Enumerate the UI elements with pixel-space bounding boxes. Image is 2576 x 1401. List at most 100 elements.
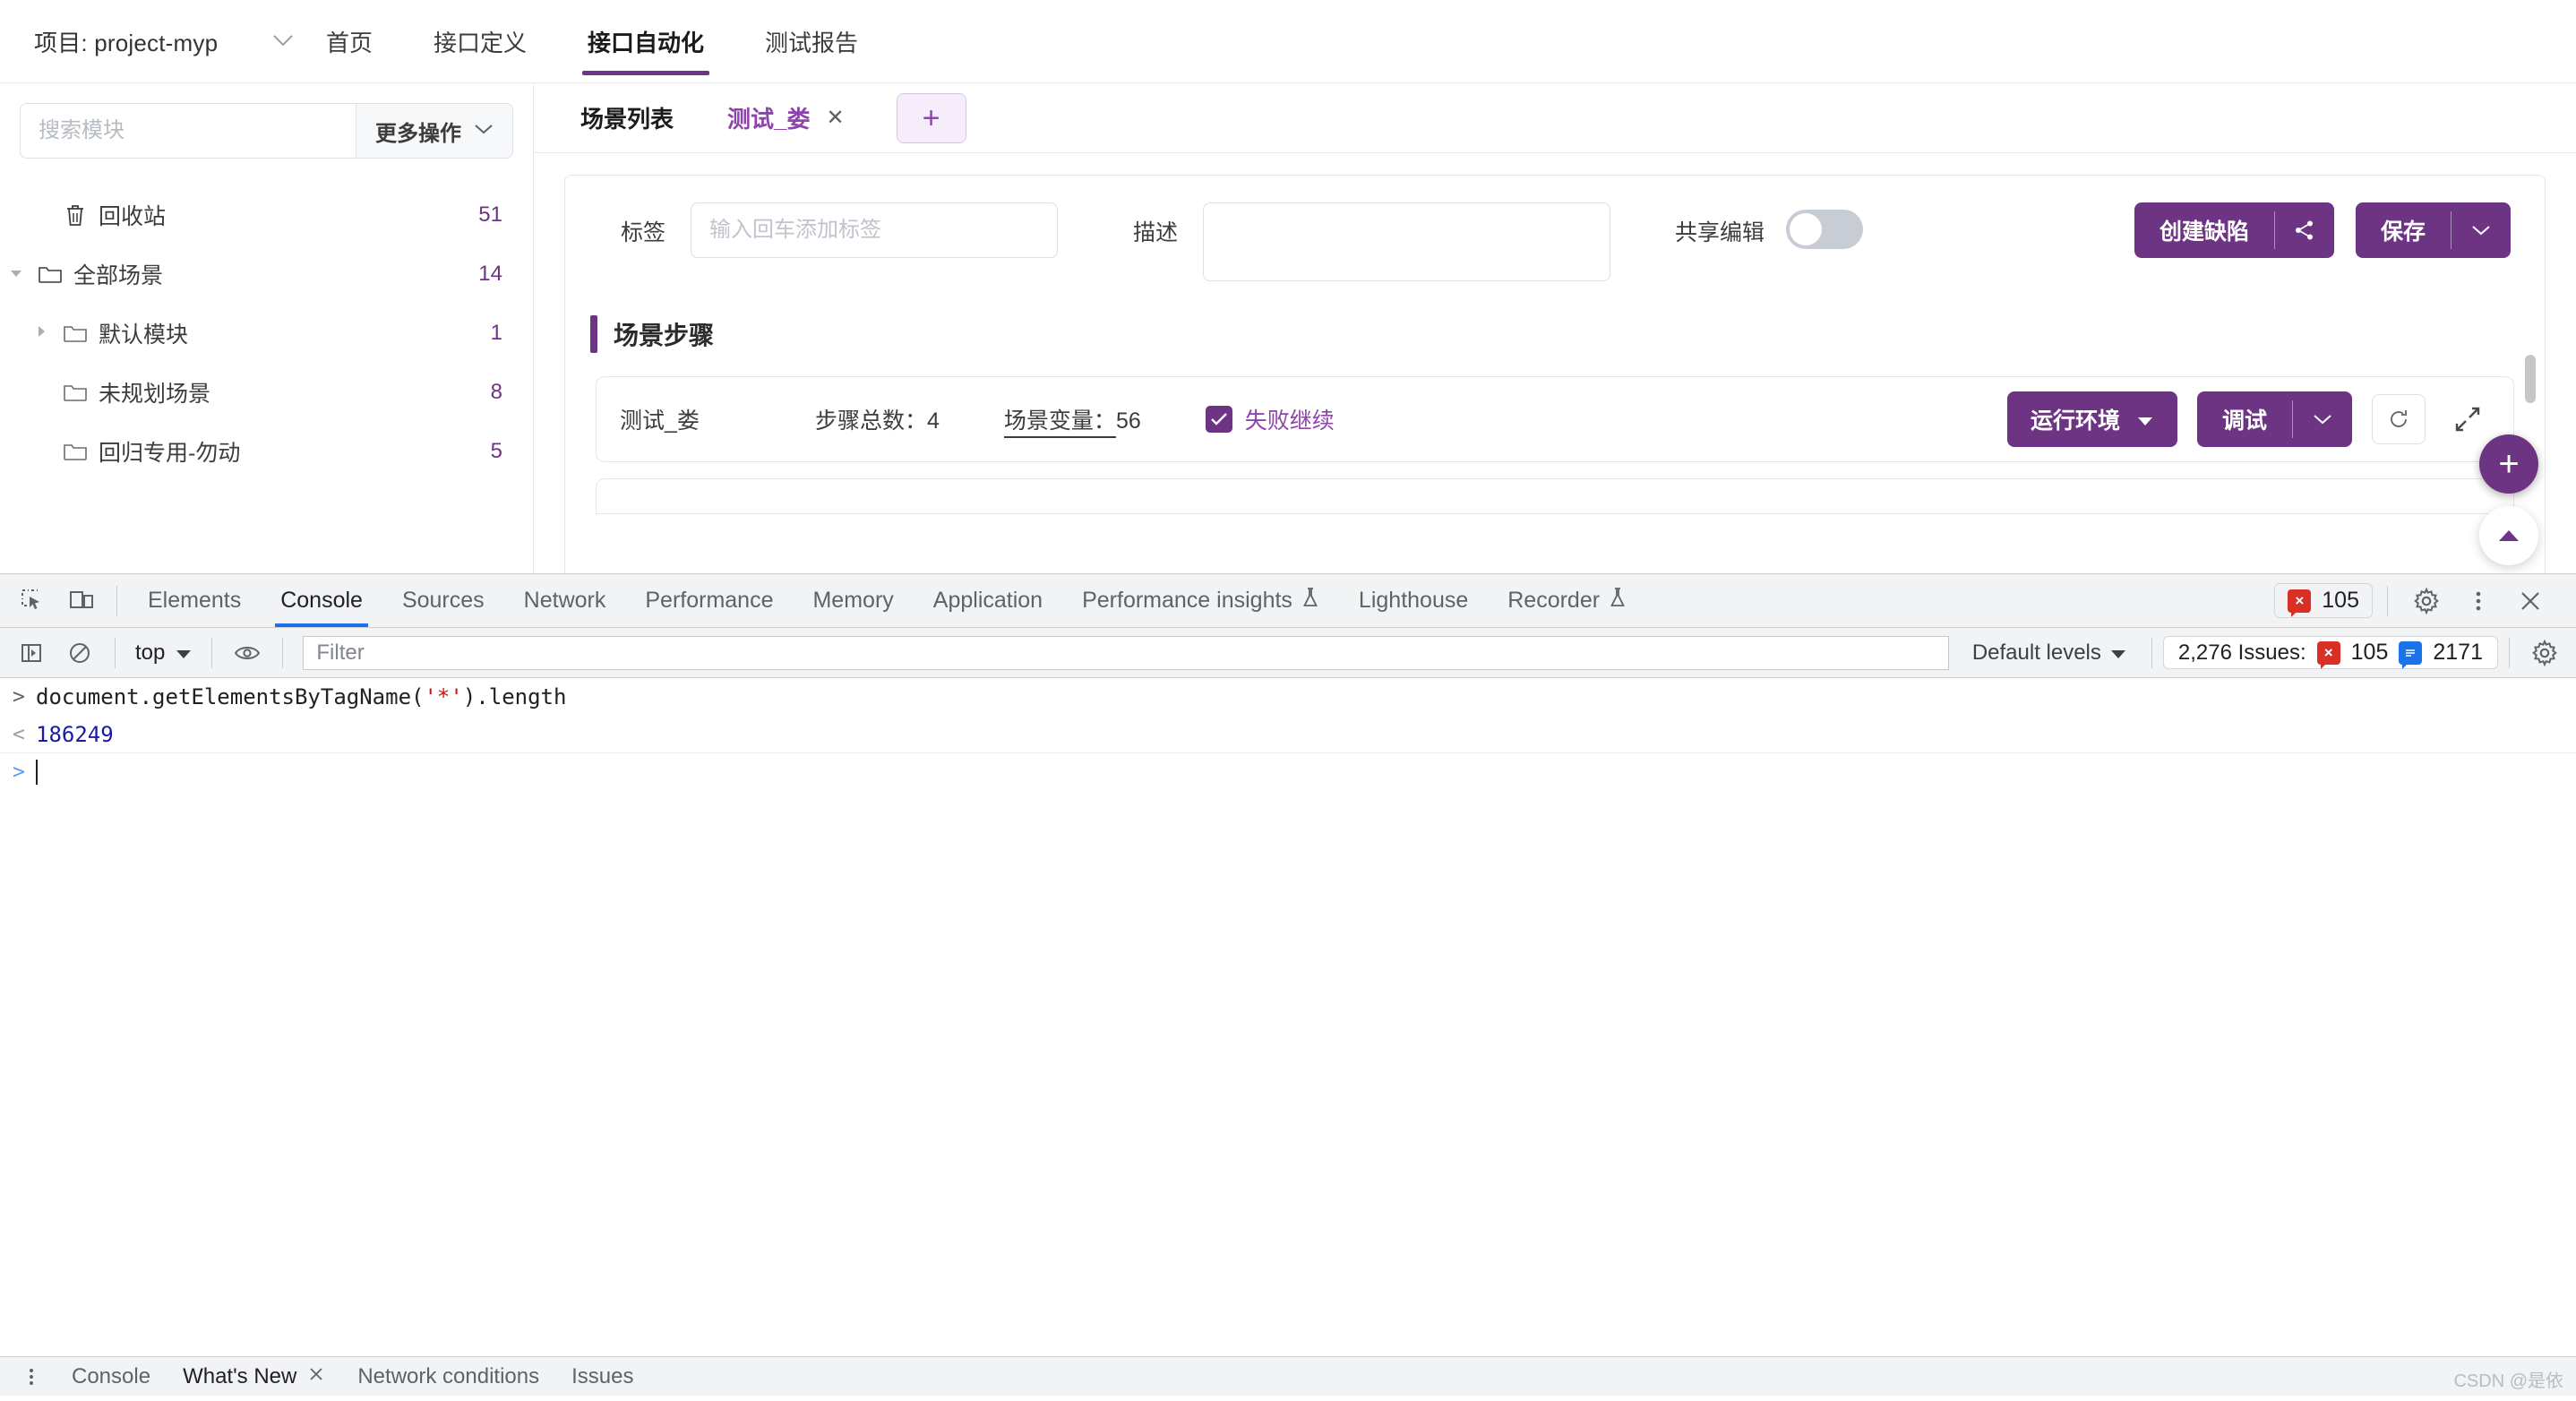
folder-icon (57, 441, 93, 462)
module-search-input[interactable] (21, 104, 356, 158)
sidebar-item-all-scenes[interactable]: 全部场景 14 (0, 245, 533, 304)
chevron-down-icon (474, 121, 494, 141)
fail-continue-checkbox-group[interactable]: 失败继续 (1205, 403, 1335, 435)
nav-tab-test-report[interactable]: 测试报告 (734, 0, 889, 82)
devtools-tab-sources[interactable]: Sources (382, 574, 504, 627)
chevron-down-icon[interactable] (2293, 391, 2352, 447)
module-sidebar: 更多操作 回收站 51 (0, 83, 534, 573)
close-icon[interactable] (307, 1364, 325, 1389)
more-actions-button[interactable]: 更多操作 (356, 104, 512, 158)
triangle-down-icon[interactable] (0, 265, 32, 283)
inspect-element-icon[interactable] (9, 577, 57, 625)
gear-icon[interactable] (2520, 629, 2569, 677)
devtools-tab-network[interactable]: Network (504, 574, 626, 627)
kebab-menu-icon[interactable] (2454, 577, 2503, 625)
debug-label: 调试 (2221, 408, 2267, 434)
devtools-tab-lighthouse[interactable]: Lighthouse (1339, 574, 1488, 627)
devtools-tab-label: Recorder (1507, 588, 1601, 613)
share-edit-toggle[interactable] (1786, 210, 1864, 249)
close-icon[interactable] (2506, 577, 2555, 625)
section-accent-bar (590, 315, 597, 353)
flask-icon (1301, 587, 1319, 615)
sidebar-item-label: 默认模块 (99, 322, 189, 348)
drawer-tab-whats-new[interactable]: What's New (167, 1364, 341, 1389)
run-environment-button[interactable]: 运行环境 (2006, 391, 2177, 447)
debug-button[interactable]: 调试 (2196, 391, 2352, 447)
share-icon[interactable] (2275, 202, 2334, 258)
kebab-menu-icon[interactable] (7, 1353, 56, 1401)
devtools-tab-elements[interactable]: Elements (128, 574, 261, 627)
live-expression-icon[interactable] (223, 629, 271, 677)
drawer-tab-network-conditions[interactable]: Network conditions (341, 1364, 555, 1389)
refresh-icon[interactable] (2372, 394, 2426, 444)
sidebar-item-default-module[interactable]: 默认模块 1 (0, 304, 533, 363)
drawer-tab-issues[interactable]: Issues (555, 1364, 649, 1389)
module-tree: 回收站 51 全部场景 14 默认模块 1 未规划场景 8 回归专用-勿动 5 (0, 185, 533, 481)
fail-continue-checkbox[interactable] (1205, 406, 1232, 433)
sidebar-item-label: 回归专用-勿动 (99, 441, 241, 466)
error-badge-icon: × (2288, 589, 2312, 617)
log-levels-selector[interactable]: Default levels (1958, 640, 2141, 666)
scene-meta-row: 标签 描述 共享编辑 创建缺陷 (565, 176, 2545, 301)
description-label: 描述 (1133, 220, 1179, 245)
description-textarea[interactable] (1203, 202, 1611, 281)
nav-tab-home[interactable]: 首页 (296, 0, 403, 82)
add-step-fab[interactable]: + (2479, 434, 2538, 494)
devtools-tab-label: Performance insights (1082, 588, 1292, 613)
console-prompt-line[interactable]: > (0, 753, 2576, 791)
gear-icon[interactable] (2402, 577, 2451, 625)
scene-editor-panel: 标签 描述 共享编辑 创建缺陷 (564, 175, 2546, 573)
drawer-tab-console[interactable]: Console (56, 1364, 167, 1389)
triangle-right-icon[interactable] (25, 324, 57, 343)
devtools-tab-performance[interactable]: Performance (625, 574, 793, 627)
scene-step-row: 测试_娄 步骤总数：4 场景变量：56 失败继续 运行环境 调试 (596, 376, 2514, 462)
scroll-to-top-button[interactable] (2479, 506, 2538, 565)
drawer-tab-label: What's New (183, 1363, 297, 1388)
console-filter-input[interactable] (303, 635, 1949, 670)
project-selector[interactable]: 项目: project-myp (0, 25, 296, 58)
toolbar-divider (2387, 585, 2388, 616)
log-levels-label: Default levels (1971, 640, 2101, 665)
execution-context-selector[interactable]: top (126, 640, 201, 666)
folder-icon (57, 322, 93, 344)
close-icon[interactable]: ✕ (826, 105, 844, 131)
devtools-tab-recorder[interactable]: Recorder (1488, 574, 1646, 627)
devtools-tab-performance-insights[interactable]: Performance insights (1062, 574, 1339, 627)
console-sidebar-icon[interactable] (7, 629, 56, 677)
console-output[interactable]: > document.getElementsByTagName('*').len… (0, 678, 2576, 1356)
devtools-tab-application[interactable]: Application (914, 574, 1062, 627)
issues-summary-button[interactable]: 2,276 Issues: × 105 2171 (2162, 636, 2498, 669)
toggle-knob (1790, 213, 1823, 245)
nav-tab-api-definition[interactable]: 接口定义 (403, 0, 557, 82)
sidebar-item-unplanned-scenes[interactable]: 未规划场景 8 (0, 363, 533, 422)
devtools-tabbar: Elements Console Sources Network Perform… (0, 574, 2576, 628)
caret-down-icon (176, 640, 192, 666)
devtools-tab-console[interactable]: Console (261, 574, 382, 627)
tab-scene-list[interactable]: 场景列表 (566, 83, 688, 152)
panel-scrollbar-thumb[interactable] (2525, 355, 2536, 403)
add-tab-button[interactable]: + (896, 92, 966, 143)
caret-down-icon (2110, 640, 2126, 666)
tab-scene-test[interactable]: 测试_娄 ✕ (713, 83, 859, 152)
sidebar-item-count: 51 (478, 202, 502, 227)
device-toolbar-icon[interactable] (57, 577, 106, 625)
error-count-badge[interactable]: × 105 (2274, 583, 2373, 618)
sidebar-item-recycle-bin[interactable]: 回收站 51 (0, 185, 533, 245)
save-label: 保存 (2380, 219, 2426, 245)
chevron-down-icon[interactable] (2451, 202, 2511, 258)
save-button[interactable]: 保存 (2355, 202, 2511, 258)
tag-input[interactable] (691, 202, 1059, 258)
sidebar-search-row: 更多操作 (20, 103, 513, 159)
toolbar-divider (2509, 637, 2510, 668)
issues-info-count: 2171 (2433, 640, 2483, 665)
clear-console-icon[interactable] (56, 629, 104, 677)
scene-steps-header: 场景步骤 (590, 315, 2545, 353)
sidebar-item-count: 1 (490, 321, 502, 345)
step-count: 步骤总数：4 (815, 403, 940, 435)
create-defect-button[interactable]: 创建缺陷 (2134, 202, 2334, 258)
scene-variables[interactable]: 场景变量：56 (1003, 403, 1141, 438)
nav-tab-api-automation[interactable]: 接口自动化 (557, 0, 734, 82)
sidebar-item-regression-only[interactable]: 回归专用-勿动 5 (0, 422, 533, 481)
console-result-gutter-icon: < (13, 722, 25, 746)
devtools-tab-memory[interactable]: Memory (793, 574, 913, 627)
